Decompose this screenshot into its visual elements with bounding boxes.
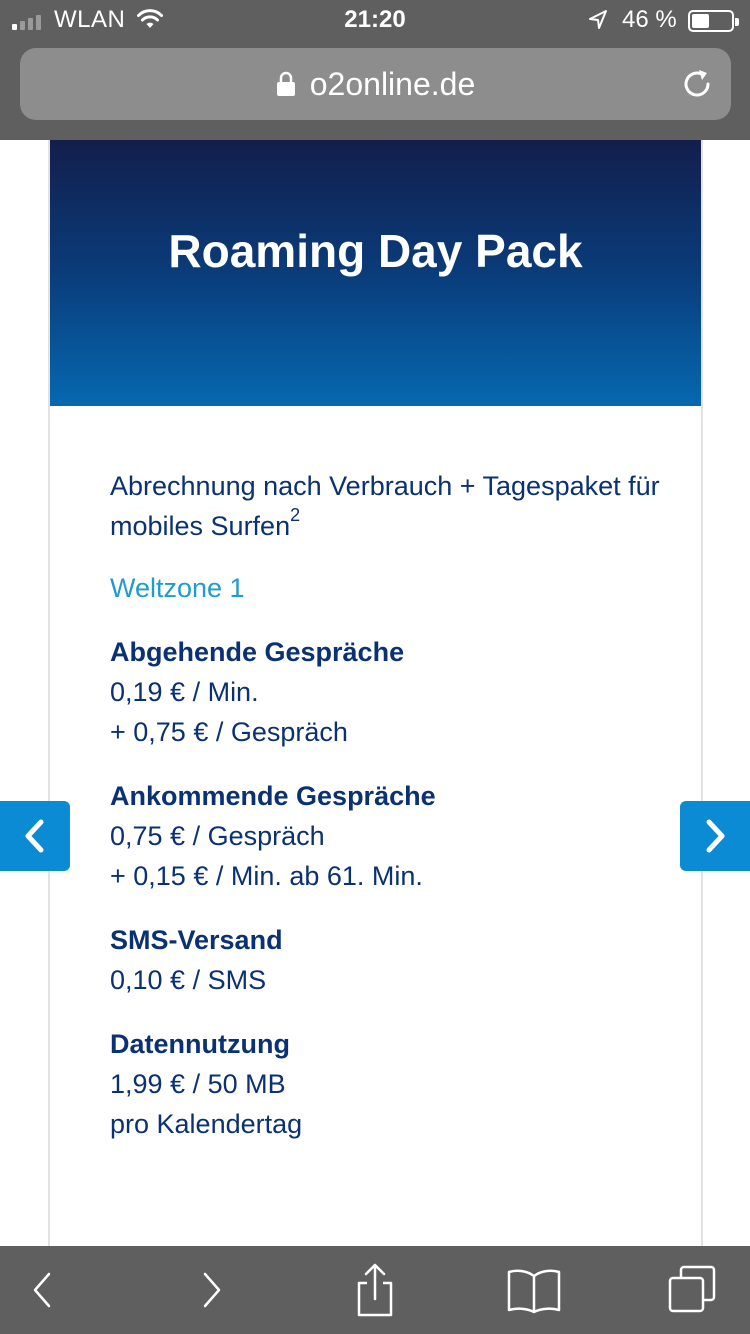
carousel-prev-button[interactable] — [0, 801, 70, 871]
card-title: Roaming Day Pack — [168, 225, 583, 277]
back-button[interactable] — [13, 1260, 73, 1320]
price-line: 0,75 € / Gespräch — [110, 821, 325, 851]
section-heading: Abgehende Gespräche — [110, 637, 405, 667]
web-page: Roaming Day Pack Abrechnung nach Verbrau… — [0, 140, 750, 1246]
chevron-right-icon — [706, 819, 725, 853]
battery-percentage: 46 % — [622, 6, 677, 33]
forward-button[interactable] — [181, 1260, 241, 1320]
zone-label: Weltzone 1 — [110, 573, 245, 603]
share-icon — [357, 1263, 393, 1317]
address-bar[interactable]: o2online.de — [20, 48, 731, 120]
tariff-card: Roaming Day Pack Abrechnung nach Verbrau… — [48, 140, 703, 1246]
footnote-marker[interactable]: 2 — [290, 505, 300, 525]
section-heading: Datennutzung — [110, 1029, 290, 1059]
intro-text: Abrechnung nach Verbrauch + Tagespaket f… — [110, 471, 660, 541]
section-sms: SMS-Versand 0,10 € / SMS — [110, 920, 670, 1000]
browser-chrome-top: WLAN 21:20 46 % o2online.de — [0, 0, 750, 140]
price-line: 0,10 € / SMS — [110, 965, 267, 995]
reload-icon[interactable] — [679, 66, 715, 102]
tabs-button[interactable] — [662, 1260, 722, 1320]
section-data-usage: Datennutzung 1,99 € / 50 MB pro Kalender… — [110, 1024, 670, 1144]
location-icon — [589, 10, 607, 29]
status-bar: WLAN 21:20 46 % — [0, 0, 750, 42]
section-outgoing-calls: Abgehende Gespräche 0,19 € / Min. + 0,75… — [110, 632, 670, 752]
bookmarks-icon — [507, 1269, 561, 1314]
carousel-next-button[interactable] — [680, 801, 750, 871]
price-line: 0,19 € / Min. — [110, 677, 259, 707]
price-line: + 0,75 € / Gespräch — [110, 717, 348, 747]
url-text: o2online.de — [309, 65, 476, 102]
section-heading: SMS-Versand — [110, 925, 283, 955]
forward-icon — [203, 1272, 221, 1308]
bookmarks-button[interactable] — [504, 1260, 564, 1320]
battery-icon — [688, 10, 739, 32]
back-icon — [33, 1272, 51, 1308]
card-header: Roaming Day Pack — [50, 140, 701, 406]
section-heading: Ankommende Gespräche — [110, 781, 436, 811]
section-incoming-calls: Ankommende Gespräche 0,75 € / Gespräch +… — [110, 776, 670, 896]
browser-toolbar — [0, 1246, 750, 1334]
lock-icon — [276, 71, 295, 96]
price-line: + 0,15 € / Min. ab 61. Min. — [110, 861, 423, 891]
price-line: pro Kalendertag — [110, 1109, 303, 1139]
share-button[interactable] — [345, 1260, 405, 1320]
price-line: 1,99 € / 50 MB — [110, 1069, 286, 1099]
chevron-left-icon — [25, 819, 44, 853]
tabs-icon — [668, 1265, 716, 1313]
card-body: Abrechnung nach Verbrauch + Tagespaket f… — [110, 466, 670, 1144]
